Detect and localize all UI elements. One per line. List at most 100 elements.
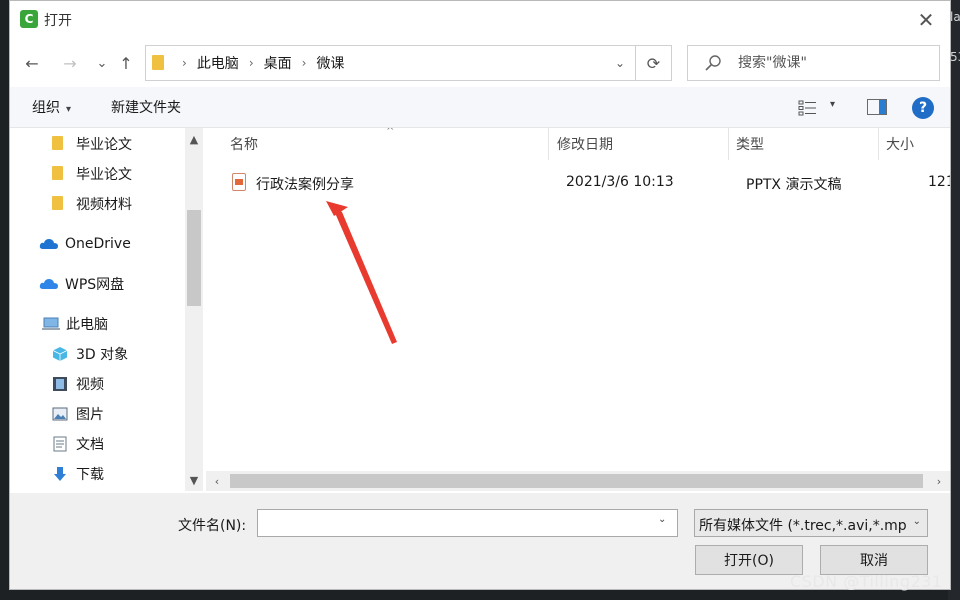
cube-icon [52,347,68,361]
title-bar: C 打开 ✕ [10,1,950,39]
chevron-left-icon: ‹ [214,474,220,488]
sidebar-item-downloads[interactable]: 下载 [52,461,104,487]
chevron-down-icon: ▼ [189,473,199,487]
forward-button[interactable]: → [58,51,82,75]
close-button[interactable]: ✕ [912,7,940,33]
sidebar-item-label: 毕业论文 [76,167,132,183]
sidebar-item-video-materials[interactable]: 视频材料 [52,191,132,217]
sidebar-item-label: 毕业论文 [76,137,132,153]
sidebar-item-videos[interactable]: 视频 [52,371,104,397]
file-type-value: 所有媒体文件 (*.trec,*.avi,*.mp [699,518,907,534]
sidebar-item-label: 图片 [76,407,104,423]
folder-icon [152,55,166,71]
download-arrow-icon [54,467,66,481]
breadcrumb-item-this-pc[interactable]: 此电脑 [197,53,239,73]
chevron-up-icon: ▲ [189,132,199,146]
sidebar-item-documents[interactable]: 文档 [52,431,104,457]
chevron-down-icon: ⌄ [614,56,626,70]
filename-label: 文件名(N): [178,518,247,534]
sidebar-item-label: 视频材料 [76,197,132,213]
folder-icon [52,166,68,182]
sidebar-item-thesis-2[interactable]: 毕业论文 [52,161,132,187]
horizontal-scrollbar-thumb[interactable] [230,474,923,488]
background-text: la [950,10,960,24]
breadcrumb-separator-icon: › [248,56,254,70]
refresh-icon: ⟳ [646,53,661,73]
sidebar-scrollbar[interactable]: ▲ ▼ [185,128,203,491]
preview-pane-button[interactable] [867,99,887,115]
view-options-dropdown[interactable]: ▾ [830,99,835,110]
sidebar-item-label: 此电脑 [66,317,108,333]
picture-icon [52,407,68,421]
sidebar-item-onedrive[interactable]: OneDrive [39,231,131,257]
breadcrumb-separator-icon: › [182,56,187,70]
cancel-button[interactable]: 取消 [820,545,928,575]
watermark: CSDN @Tilling231 [790,572,943,591]
sidebar-item-pictures[interactable]: 图片 [52,401,104,427]
breadcrumb: › 此电脑 › 桌面 › 微课 [172,46,344,80]
search-icon [705,55,721,71]
document-icon [53,436,67,452]
app-logo-glyph: C [24,12,34,26]
app-logo-icon: C [20,10,38,28]
refresh-button[interactable]: ⟳ [636,45,672,81]
file-list: ^ 名称 修改日期 类型 大小 行政法案例分享 2021/3/6 10:13 P… [206,128,950,491]
open-file-dialog: C 打开 ✕ ← → ⌄ ↑ › 此电脑 › 桌面 › 微课 ⌄ ⟳ 搜索"微课… [9,0,951,590]
close-icon: ✕ [917,8,935,32]
new-folder-button[interactable]: 新建文件夹 [111,97,181,117]
folder-icon [52,136,68,152]
window-title: 打开 [44,13,72,29]
sidebar-item-label: OneDrive [65,236,131,252]
background-text: 53 [950,50,960,64]
command-toolbar: 组织 ▾ 新建文件夹 ▾ ? [10,87,950,128]
sidebar-item-label: 文档 [76,437,104,453]
open-button[interactable]: 打开(O) [695,545,803,575]
chevron-right-icon: › [936,474,942,488]
address-bar[interactable]: › 此电脑 › 桌面 › 微课 ⌄ [145,45,636,81]
back-button[interactable]: ← [20,51,44,75]
help-button[interactable]: ? [912,97,934,119]
filename-history-dropdown[interactable]: ⌄ [658,514,666,525]
breadcrumb-separator-icon: › [301,56,307,70]
help-icon: ? [918,100,928,116]
chevron-down-icon: ⌄ [96,55,108,71]
wps-cloud-icon [39,279,58,289]
address-dropdown-button[interactable]: ⌄ [611,54,629,72]
search-input[interactable]: 搜索"微课" [687,45,940,81]
sidebar-item-label: WPS网盘 [65,277,125,293]
chevron-down-icon: ⌄ [658,514,667,525]
scroll-down-button[interactable]: ▼ [185,471,203,489]
sidebar-item-3d-objects[interactable]: 3D 对象 [52,341,128,367]
computer-icon [42,317,60,330]
search-placeholder: 搜索"微课" [738,55,807,71]
file-type-select[interactable]: 所有媒体文件 (*.trec,*.avi,*.mp ⌄ [694,509,928,537]
sidebar-item-this-pc[interactable]: 此电脑 [42,311,108,337]
caret-down-icon: ▾ [66,104,72,115]
sidebar-item-wps-cloud[interactable]: WPS网盘 [39,271,124,297]
sidebar-item-label: 下载 [76,467,104,483]
navigation-bar: ← → ⌄ ↑ › 此电脑 › 桌面 › 微课 ⌄ ⟳ 搜索"微课" [10,41,950,87]
file-list-horizontal-scrollbar[interactable]: ‹ › [206,471,950,491]
filename-input[interactable] [257,509,678,537]
sidebar-scrollbar-thumb[interactable] [187,210,201,306]
sidebar-item-label: 视频 [76,377,104,393]
scroll-up-button[interactable]: ▲ [185,130,203,148]
navigation-pane: 毕业论文 毕业论文 视频材料 OneDrive WPS网盘 此电脑 3D 对象 … [10,128,203,491]
scroll-right-button[interactable]: › [930,473,948,489]
chevron-down-icon: ⌄ [912,516,921,527]
scroll-left-button[interactable]: ‹ [208,473,226,489]
back-arrow-icon: ← [25,53,39,73]
preview-pane-icon [879,100,886,114]
view-list-icon[interactable] [798,99,818,117]
folder-icon [52,196,68,212]
cloud-icon [39,239,58,249]
up-arrow-icon: ↑ [119,53,133,73]
organize-button[interactable]: 组织 ▾ [32,97,71,117]
sidebar-item-thesis-1[interactable]: 毕业论文 [52,131,132,157]
film-icon [53,377,67,391]
recent-locations-button[interactable]: ⌄ [90,51,114,75]
breadcrumb-item-weike[interactable]: 微课 [316,53,344,73]
breadcrumb-item-desktop[interactable]: 桌面 [264,53,292,73]
up-button[interactable]: ↑ [114,51,138,75]
annotation-arrow [326,201,397,344]
